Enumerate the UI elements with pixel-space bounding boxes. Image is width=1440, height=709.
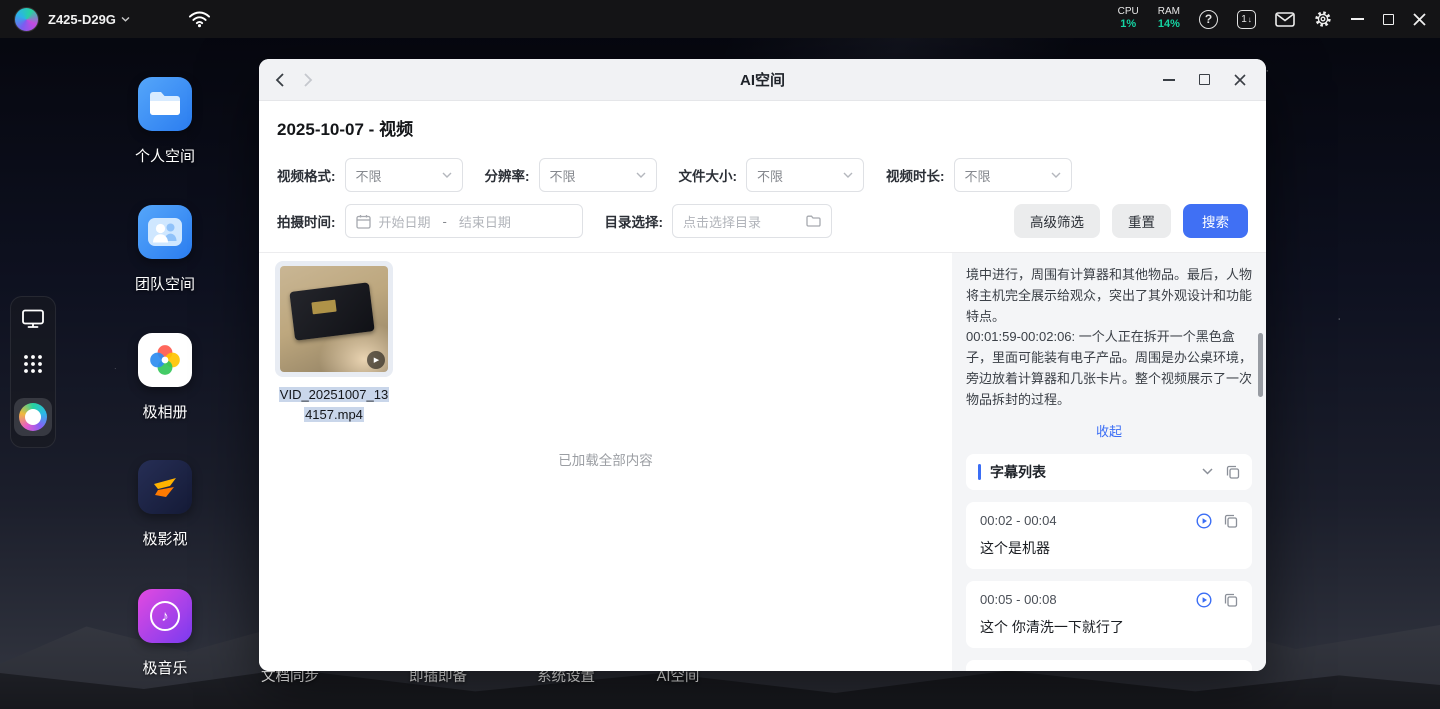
desktop-icon-movies[interactable]: 极影视 — [120, 460, 210, 549]
ai-analysis-panel: 境中进行，周围有计算器和其他物品。最后，人物将主机完全展示给观众，突出了其外观设… — [952, 253, 1266, 671]
start-date-placeholder: 开始日期 — [378, 214, 431, 230]
resolution-select[interactable]: 不限 — [538, 158, 657, 192]
close-system-icon[interactable] — [1413, 12, 1426, 26]
date-range-input[interactable]: 开始日期 - 结束日期 — [344, 204, 583, 238]
folder-icon — [806, 215, 821, 227]
app-grid-icon[interactable] — [22, 353, 44, 375]
maximize-system-icon[interactable] — [1383, 13, 1394, 25]
photos-flower-icon — [138, 333, 192, 387]
reset-button[interactable]: 重置 — [1112, 204, 1171, 238]
page-title: 2025-10-07 - 视频 — [277, 120, 414, 139]
desktop-icon-music[interactable]: ♪ 极音乐 — [120, 589, 210, 678]
shoot-time-filter-label: 拍摄时间: — [277, 215, 336, 230]
ai-space-app-icon — [19, 403, 47, 431]
video-description-text: 境中进行，周围有计算器和其他物品。最后，人物将主机完全展示给观众，突出了其外观设… — [966, 267, 1253, 407]
directory-placeholder: 点击选择目录 — [683, 214, 762, 230]
wifi-icon[interactable] — [188, 10, 211, 28]
chevron-down-icon — [636, 172, 645, 178]
filesize-filter-label: 文件大小: — [678, 169, 738, 184]
cpu-usage: CPU 1% — [1117, 6, 1139, 31]
chevron-down-icon — [442, 172, 451, 178]
video-item[interactable]: ▶ VID_20251007_13 4157.mp4 — [275, 261, 393, 424]
desktop-icon-label: 极相册 — [142, 404, 188, 421]
format-select[interactable]: 不限 — [344, 158, 463, 192]
video-thumbnail[interactable]: ▶ — [275, 261, 393, 377]
subtitle-text: 这个是机器 — [980, 539, 1050, 556]
desktop-icon-label: 极影视 — [142, 531, 188, 548]
ram-usage: RAM 14% — [1157, 6, 1180, 31]
accent-bar — [978, 463, 981, 480]
mail-icon[interactable] — [1275, 11, 1295, 27]
desktop-icon-personal-space[interactable]: 个人空间 — [120, 77, 210, 166]
back-icon[interactable] — [275, 72, 285, 88]
copy-all-icon[interactable] — [1226, 465, 1240, 479]
subtitle-item: 00:05 - 00:08 这个 你清洗一下就行了 — [966, 580, 1252, 648]
forward-icon[interactable] — [303, 72, 313, 88]
help-icon[interactable]: ? — [1199, 9, 1218, 29]
subtitle-item: 00:02 - 00:04 这个是机器 — [966, 501, 1252, 569]
subtitle-text: 这个 你清洗一下就行了 — [980, 618, 1124, 635]
search-button[interactable]: 搜索 — [1183, 204, 1248, 238]
filter-bar: 视频格式: 不限 分辨率: 不限 文件大小: 不限 视频时长: 不限 拍摄时间: — [259, 150, 1266, 253]
format-filter-label: 视频格式: — [277, 169, 336, 184]
advanced-filter-button[interactable]: 高级筛选 — [1014, 204, 1100, 238]
device-name[interactable]: Z425-D29G — [48, 12, 116, 27]
panel-scrollbar-thumb[interactable] — [1258, 333, 1263, 397]
play-subtitle-icon[interactable] — [1196, 513, 1212, 529]
music-icon: ♪ — [138, 589, 192, 643]
desktop-icon-photos[interactable]: 极相册 — [120, 333, 210, 422]
desktop-monitor-icon[interactable] — [21, 308, 45, 329]
transfer-tasks-icon[interactable]: 1 ↓ — [1237, 9, 1256, 29]
filesize-select[interactable]: 不限 — [746, 158, 864, 192]
subtitle-list-title: 字幕列表 — [990, 463, 1046, 480]
video-filename: VID_20251007_13 4157.mp4 — [278, 387, 390, 422]
desktop-icon-label: 个人空间 — [134, 148, 195, 165]
play-subtitle-icon[interactable] — [1196, 592, 1212, 608]
window-titlebar: AI空间 — [259, 59, 1266, 101]
subtitle-time: 00:02 - 00:04 — [980, 513, 1057, 529]
window-maximize-icon[interactable] — [1199, 74, 1210, 85]
resolution-filter-label: 分辨率: — [484, 169, 530, 184]
collapse-chevron-icon[interactable] — [1202, 468, 1213, 475]
user-avatar[interactable] — [14, 6, 39, 32]
directory-filter-label: 目录选择: — [604, 215, 664, 230]
directory-select-input[interactable]: 点击选择目录 — [672, 204, 832, 238]
end-date-placeholder: 结束日期 — [458, 214, 511, 230]
subtitle-time: 00:05 - 00:08 — [980, 592, 1057, 608]
window-close-icon[interactable] — [1234, 73, 1246, 86]
duration-select[interactable]: 不限 — [953, 158, 1072, 192]
ai-space-window: AI空间 2025-10-07 - 视频 视频格式: 不限 分辨率: 不限 文件… — [259, 59, 1266, 671]
copy-subtitle-icon[interactable] — [1224, 514, 1238, 528]
settings-gear-icon[interactable] — [1314, 10, 1332, 28]
movies-icon — [138, 460, 192, 514]
play-badge-icon: ▶ — [367, 351, 385, 369]
window-minimize-icon[interactable] — [1163, 78, 1175, 81]
desktop-icon-label: 团队空间 — [134, 276, 195, 293]
minimize-system-icon[interactable] — [1351, 18, 1364, 20]
system-topbar: Z425-D29G CPU 1% RAM 14% ? 1 ↓ — [0, 0, 1440, 38]
subtitle-item: 00:08 - 00:11 — [966, 659, 1252, 671]
team-space-icon — [138, 205, 192, 259]
video-results-area: ▶ VID_20251007_13 4157.mp4 已加载全部内容 — [259, 253, 952, 671]
left-dock — [10, 296, 56, 448]
chevron-down-icon — [843, 172, 853, 178]
device-dropdown-chevron-icon[interactable] — [121, 16, 130, 22]
window-title: AI空间 — [739, 72, 785, 89]
calendar-icon — [355, 214, 371, 229]
subtitle-list-header: 字幕列表 — [966, 453, 1252, 490]
collapse-link[interactable]: 收起 — [966, 421, 1252, 440]
chevron-down-icon — [1051, 172, 1060, 178]
desktop-icon-label: 极音乐 — [142, 660, 188, 677]
copy-subtitle-icon[interactable] — [1224, 593, 1238, 607]
all-content-loaded-text: 已加载全部内容 — [558, 453, 653, 468]
active-app-icon[interactable] — [14, 398, 52, 436]
date-separator: - — [442, 213, 447, 229]
desktop-icon-team-space[interactable]: 团队空间 — [120, 205, 210, 294]
duration-filter-label: 视频时长: — [886, 169, 945, 184]
window-content: ▶ VID_20251007_13 4157.mp4 已加载全部内容 境中进行，… — [259, 253, 1266, 671]
personal-space-folder-icon — [138, 77, 192, 131]
